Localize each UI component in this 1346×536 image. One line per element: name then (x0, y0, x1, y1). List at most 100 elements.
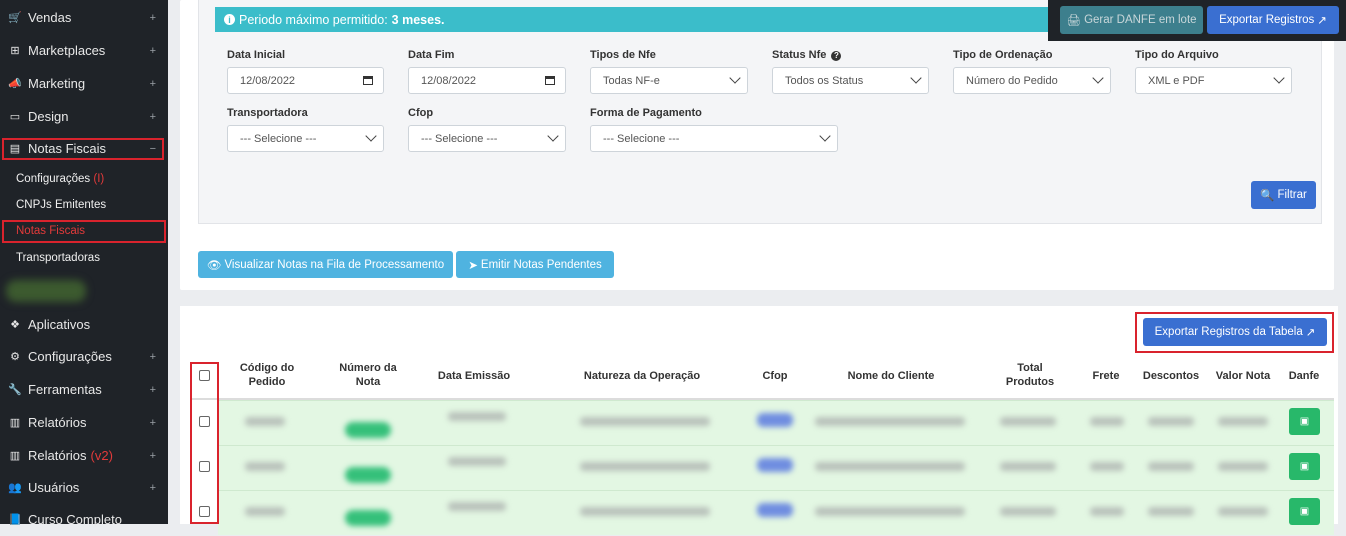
header-line: Número da (339, 362, 397, 374)
emitir-notas-button[interactable]: ➤ Emitir Notas Pendentes (456, 251, 614, 278)
header-line: Total (1017, 362, 1043, 374)
tipos-nfe-select[interactable]: Todas NF-e (590, 67, 748, 94)
label-tipos-nfe: Tipos de Nfe (590, 49, 656, 61)
header-codigo[interactable]: Código do Pedido (228, 361, 306, 389)
header-descontos[interactable]: Descontos (1139, 369, 1203, 383)
sidebar-item-configuracoes[interactable]: ⚙ Configurações + (0, 340, 168, 373)
status-nfe-select[interactable]: Todos os Status (772, 67, 929, 94)
sidebar-item-design[interactable]: ▭ Design + (0, 100, 168, 133)
data-fim-input[interactable]: 12/08/2022 (408, 67, 566, 94)
alert-text: Periodo máximo permitido: (239, 12, 388, 27)
redacted-cell (757, 458, 793, 472)
sidebar-item-label: Ferramentas (28, 382, 102, 397)
sidebar-sub-cnpjs[interactable]: CNPJs Emitentes (16, 199, 106, 211)
expand-icon: + (149, 44, 156, 57)
sidebar-item-relatorios[interactable]: ▥ Relatórios + (0, 406, 168, 439)
field-value: 12/08/2022 (240, 74, 296, 87)
redacted-cell (1148, 417, 1194, 426)
book-icon: 📘 (8, 514, 22, 526)
header-frete[interactable]: Frete (1085, 369, 1127, 383)
redacted-cell (1218, 507, 1268, 516)
expand-icon: + (149, 110, 156, 123)
field-value: Número do Pedido (966, 74, 1058, 87)
sidebar-item-curso[interactable]: 📘 Curso Completo (0, 503, 168, 536)
send-icon: ➤ (468, 259, 478, 272)
sidebar-item-marketplaces[interactable]: ⊞ Marketplaces + (0, 34, 168, 67)
header-natureza[interactable]: Natureza da Operação (562, 369, 722, 383)
button-label: Emitir Notas Pendentes (480, 258, 602, 271)
transportadora-select[interactable]: --- Selecione --- (227, 125, 384, 152)
filtrar-button[interactable]: 🔍 Filtrar (1251, 181, 1316, 209)
sidebar-item-label: Usuários (28, 480, 80, 495)
chevron-down-icon (1092, 72, 1104, 84)
danfe-pdf-button[interactable]: ▣ (1289, 408, 1320, 435)
search-icon: 🔍 (1260, 190, 1275, 202)
header-line: Pedido (248, 376, 286, 388)
question-icon: ? (831, 50, 842, 61)
laptop-icon: ▭ (9, 111, 21, 123)
redacted-cell (815, 507, 965, 516)
badge: (v2) (90, 448, 113, 463)
cfop-select[interactable]: --- Selecione --- (408, 125, 566, 152)
chevron-down-icon (1273, 72, 1285, 84)
redacted-cell (1090, 462, 1124, 471)
period-alert: i Periodo máximo permitido: 3 meses. (215, 7, 1095, 32)
calendar-icon[interactable] (363, 76, 373, 85)
sidebar-item-usuarios[interactable]: 👥 Usuários + (0, 471, 168, 504)
label-transportadora: Transportadora (227, 107, 308, 119)
sidebar-item-ferramentas[interactable]: 🔧 Ferramentas + (0, 373, 168, 406)
data-inicial-input[interactable]: 12/08/2022 (227, 67, 384, 94)
sidebar-sub-transportadoras[interactable]: Transportadoras (16, 252, 100, 264)
redacted-cell (580, 462, 710, 471)
header-numero[interactable]: Número da Nota (329, 361, 407, 389)
redacted-cell (1218, 417, 1268, 426)
sidebar-item-marketing[interactable]: 📣 Marketing + (0, 67, 168, 100)
exportar-registros-button[interactable]: Exportar Registros ↗ (1207, 6, 1339, 34)
redacted-cell (757, 503, 793, 517)
header-valor[interactable]: Valor Nota (1211, 369, 1275, 383)
label-tipo-arquivo: Tipo do Arquivo (1135, 49, 1219, 61)
sidebar-item-aplicativos[interactable]: ❖ Aplicativos (0, 308, 168, 341)
danfe-pdf-button[interactable]: ▣ (1289, 453, 1320, 480)
tipo-arquivo-select[interactable]: XML e PDF (1135, 67, 1292, 94)
redacted-cell (815, 462, 965, 471)
field-value: 12/08/2022 (421, 74, 477, 87)
chevron-down-icon (819, 130, 831, 142)
sidebar-item-label: Design (28, 109, 69, 124)
header-cliente[interactable]: Nome do Cliente (830, 369, 952, 383)
external-link-icon: ↗ (1317, 15, 1327, 27)
calendar-icon[interactable] (545, 76, 555, 85)
header-cfop[interactable]: Cfop (750, 369, 800, 383)
gerar-danfe-button[interactable]: 🖨 Gerar DANFE em lote (1060, 6, 1203, 34)
button-label: Filtrar (1277, 189, 1307, 201)
badge: (I) (93, 173, 105, 185)
forma-pagamento-select[interactable]: --- Selecione --- (590, 125, 838, 152)
label-data-fim: Data Fim (408, 49, 455, 61)
redacted-cell (245, 507, 285, 516)
sidebar-item-label: Aplicativos (28, 317, 91, 332)
printer-icon: 🖨 (1066, 15, 1082, 27)
redacted-cell (245, 462, 285, 471)
header-emissao[interactable]: Data Emissão (424, 369, 524, 383)
expand-icon: + (149, 350, 156, 363)
sidebar-item-relatorios-v2[interactable]: ▥ Relatórios (v2) + (0, 439, 168, 472)
tipo-ordenacao-select[interactable]: Número do Pedido (953, 67, 1111, 94)
sidebar-sub-configuracoes[interactable]: Configurações (I) (16, 173, 104, 185)
users-icon: 👥 (8, 482, 22, 494)
header-danfe: Danfe (1288, 370, 1320, 382)
button-label: Visualizar Notas na Fila de Processament… (224, 258, 445, 271)
highlight-box (2, 220, 166, 243)
label-tipo-ordenacao: Tipo de Ordenação (953, 49, 1053, 61)
label-cfop: Cfop (408, 107, 434, 119)
redacted-cell (345, 422, 391, 438)
header-line: Nota (355, 376, 381, 388)
chevron-down-icon (729, 72, 741, 84)
sidebar-item-vendas[interactable]: 🛒 Vendas + (0, 1, 168, 34)
danfe-pdf-button[interactable]: ▣ (1289, 498, 1320, 525)
eye-icon: 👁 (206, 259, 222, 272)
sidebar-item-label: Relatórios (28, 415, 87, 430)
visualizar-fila-button[interactable]: 👁 Visualizar Notas na Fila de Processame… (198, 251, 453, 278)
sitemap-icon: ⊞ (10, 45, 20, 57)
sidebar-item-label: Relatórios (28, 448, 87, 463)
header-total[interactable]: Total Produtos (995, 361, 1065, 389)
